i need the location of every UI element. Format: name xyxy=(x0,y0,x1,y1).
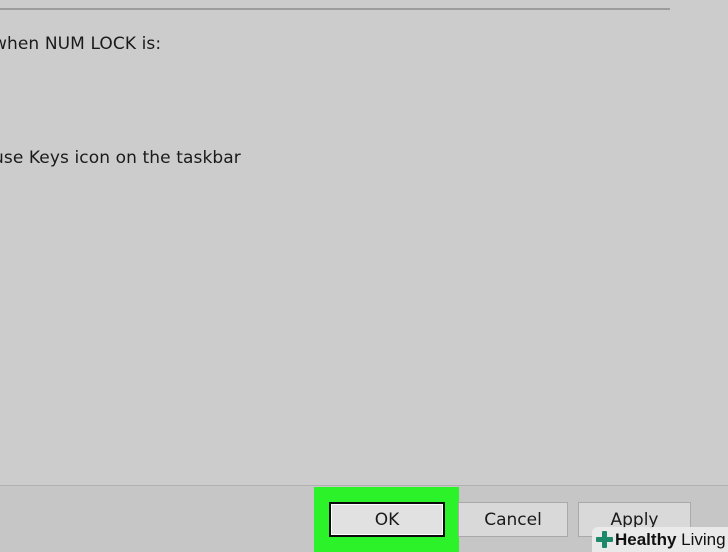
watermark-brand-rest: Living xyxy=(676,529,726,549)
ok-button[interactable]: OK xyxy=(329,502,445,537)
plus-cross-icon xyxy=(596,531,613,548)
top-divider xyxy=(0,8,670,10)
cancel-button[interactable]: Cancel xyxy=(458,502,568,537)
taskbar-icon-label: use Keys icon on the taskbar xyxy=(0,148,241,168)
watermark-text: Healthy Living xyxy=(615,530,726,550)
watermark: Healthy Living xyxy=(592,527,728,552)
watermark-brand-bold: Healthy xyxy=(615,529,677,549)
numlock-label: when NUM LOCK is: xyxy=(0,34,162,54)
